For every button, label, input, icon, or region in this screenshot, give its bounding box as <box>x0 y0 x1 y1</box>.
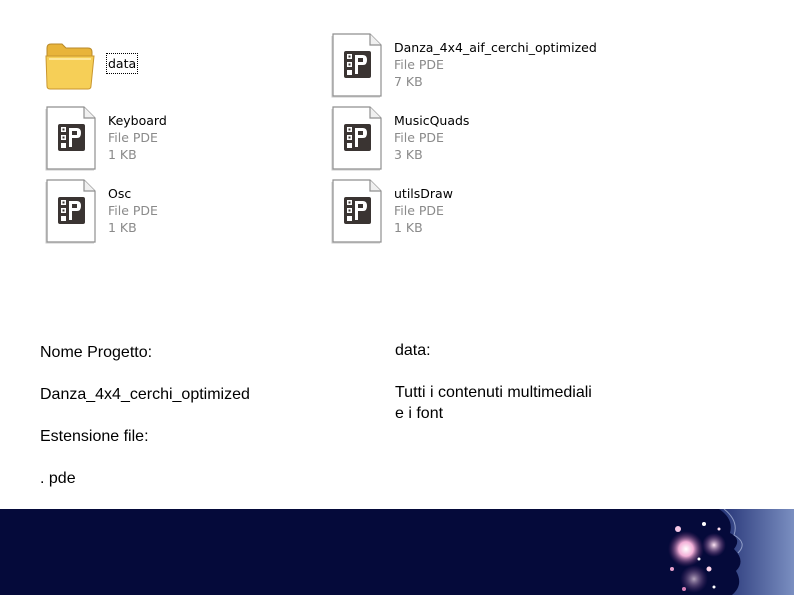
project-value: Danza_4x4_cerchi_optimized <box>40 386 250 403</box>
file-name: MusicQuads <box>394 113 470 128</box>
data-description-line1: Tutti i contenuti multimediali <box>395 384 592 401</box>
file-size: 1 KB <box>394 220 423 235</box>
file-name: Osc <box>108 186 132 201</box>
file-item-danza[interactable]: Danza_4x4_aif_cerchi_optimized File PDE … <box>330 32 630 98</box>
processing-file-icon <box>330 105 384 171</box>
file-type: File PDE <box>108 130 158 145</box>
file-size: 1 KB <box>108 147 137 162</box>
file-type: File PDE <box>108 203 158 218</box>
project-label: Nome Progetto: <box>40 344 153 361</box>
processing-file-icon <box>330 32 384 98</box>
processing-file-icon <box>44 178 98 244</box>
file-size: 7 KB <box>394 74 423 89</box>
file-type: File PDE <box>394 130 444 145</box>
file-name: Danza_4x4_aif_cerchi_optimized <box>394 40 597 55</box>
nebula-decoration <box>664 509 794 595</box>
footer-band <box>0 509 794 595</box>
data-description-line2: e i font <box>395 405 444 422</box>
processing-file-icon <box>330 178 384 244</box>
file-size: 3 KB <box>394 147 423 162</box>
extension-label: Estensione file: <box>40 428 149 445</box>
file-type: File PDE <box>394 57 444 72</box>
file-item-utilsdraw[interactable]: utilsDraw File PDE 1 KB <box>330 178 530 244</box>
extension-value: . pde <box>40 470 76 487</box>
file-size: 1 KB <box>108 220 137 235</box>
file-item-musicquads[interactable]: MusicQuads File PDE 3 KB <box>330 105 530 171</box>
file-name: Keyboard <box>108 113 167 128</box>
folder-item-data[interactable]: data <box>44 38 244 104</box>
data-label: data: <box>395 342 431 359</box>
processing-file-icon <box>44 105 98 171</box>
file-item-keyboard[interactable]: Keyboard File PDE 1 KB <box>44 105 244 171</box>
file-type: File PDE <box>394 203 444 218</box>
file-name: data <box>105 53 139 74</box>
file-item-osc[interactable]: Osc File PDE 1 KB <box>44 178 244 244</box>
file-name: utilsDraw <box>394 186 453 201</box>
folder-icon <box>45 43 95 90</box>
